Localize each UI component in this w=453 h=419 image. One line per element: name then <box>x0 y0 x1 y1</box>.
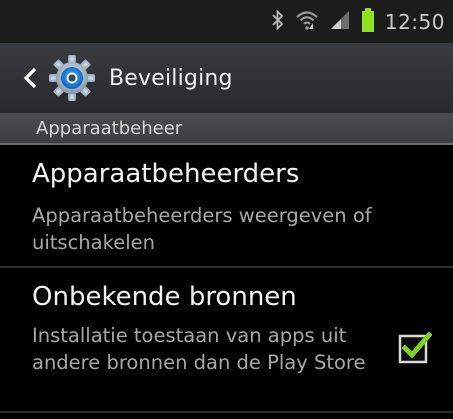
setting-title: Apparaatbeheerders <box>32 159 300 189</box>
bluetooth-icon <box>271 8 285 35</box>
setting-device-administrators[interactable]: Apparaatbeheerders Apparaatbeheerders we… <box>0 145 453 266</box>
wifi-icon <box>295 9 319 35</box>
list-divider <box>0 411 453 413</box>
battery-icon <box>361 7 375 37</box>
settings-gear-icon[interactable] <box>47 53 97 103</box>
status-time: 12:50 <box>384 9 445 34</box>
signal-icon <box>329 9 351 35</box>
category-header: Apparaatbeheer <box>0 113 453 143</box>
chevron-left-icon <box>23 67 37 89</box>
setting-summary: Installatie toestaan van apps uit andere… <box>32 324 366 374</box>
category-header-label: Apparaatbeheer <box>36 117 183 139</box>
action-bar: Beveiliging <box>0 43 453 113</box>
unknown-sources-checkbox[interactable] <box>398 330 433 364</box>
checkmark-icon <box>398 331 433 364</box>
status-icons: 12:50 <box>271 7 445 37</box>
setting-title: Onbekende bronnen <box>32 282 297 312</box>
page-title: Beveiliging <box>109 65 233 91</box>
status-bar: 12:50 <box>0 0 453 43</box>
setting-summary: Apparaatbeheerders weergeven of uitschak… <box>32 204 372 254</box>
setting-unknown-sources[interactable]: Onbekende bronnen Installatie toestaan v… <box>0 268 453 411</box>
back-button[interactable] <box>15 63 45 93</box>
